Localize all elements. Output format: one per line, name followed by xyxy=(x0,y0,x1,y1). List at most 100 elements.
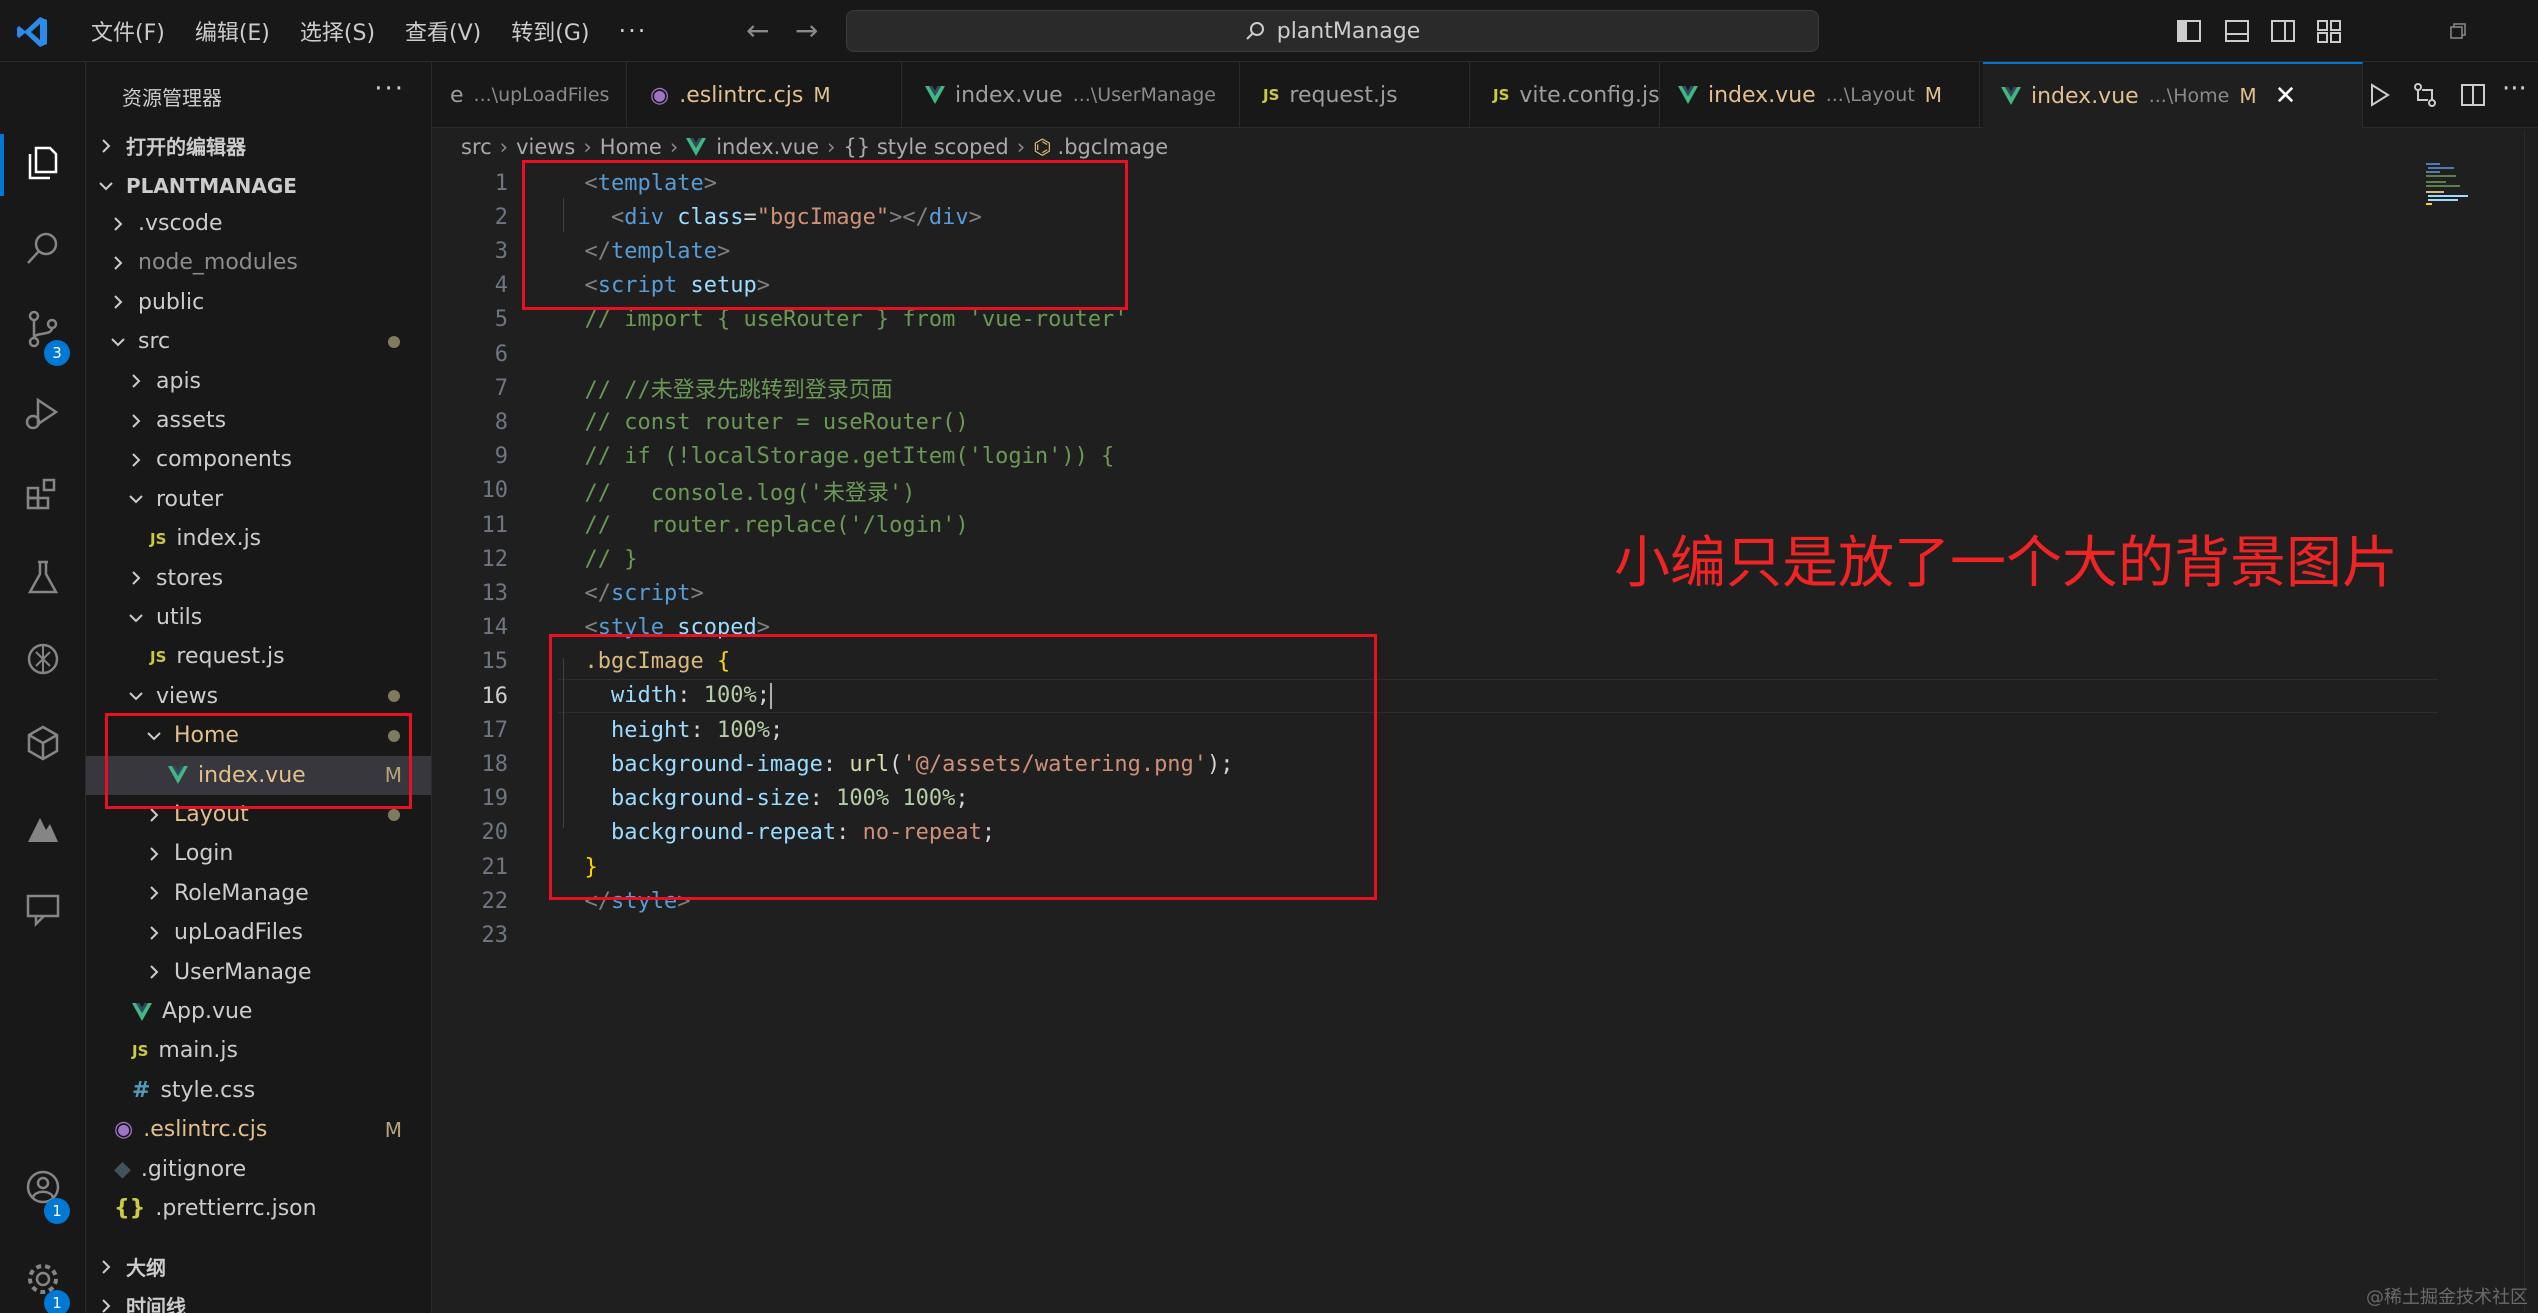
tree-item[interactable]: .vscode xyxy=(86,204,431,243)
code-line: 8 // const router = useRouter() xyxy=(432,405,2432,439)
toggle-secondary-sidebar-icon[interactable] xyxy=(2270,18,2296,44)
breadcrumb-item[interactable]: views xyxy=(516,135,575,159)
tree-item[interactable]: {} .prettierrc.json xyxy=(86,1189,431,1228)
tree-item[interactable]: JS request.js xyxy=(86,637,431,676)
split-editor-icon[interactable] xyxy=(2458,80,2488,110)
tree-item[interactable]: utils xyxy=(86,598,431,637)
editor-tab-bar: ··· e ...\upLoadFiles ◉ .eslintrc.cjs Mindex… xyxy=(432,62,2538,128)
editor-tab[interactable]: ◉ .eslintrc.cjs M xyxy=(632,62,902,128)
line-number: 19 xyxy=(481,786,509,812)
code-text: // router.replace('/login') xyxy=(558,513,969,538)
tree-item[interactable]: # style.css xyxy=(86,1071,431,1110)
tree-item[interactable]: node_modules xyxy=(86,243,431,282)
project-section[interactable]: PLANTMANAGE xyxy=(86,166,431,205)
tree-item[interactable]: upLoadFiles xyxy=(86,913,431,952)
open-editors-section[interactable]: 打开的编辑器 xyxy=(86,126,431,165)
chat-comments-icon[interactable] xyxy=(22,888,64,930)
code-line: 10 // console.log('未登录') xyxy=(432,474,2432,508)
tree-item[interactable]: ◉ .eslintrc.cjs M xyxy=(86,1110,431,1149)
extensions-icon[interactable] xyxy=(22,472,64,514)
breadcrumb-item[interactable]: {} style scoped xyxy=(843,135,1008,159)
code-text: // import { useRouter } from 'vue-router… xyxy=(558,307,1128,332)
more-actions-icon[interactable]: ··· xyxy=(2502,74,2527,104)
search-icon[interactable] xyxy=(22,228,64,270)
breadcrumb-item[interactable]: src xyxy=(461,135,492,159)
chevron-right-icon xyxy=(150,965,159,979)
tree-item[interactable]: src xyxy=(86,322,431,361)
minimap[interactable] xyxy=(2424,162,2484,206)
close-icon[interactable]: ✕ xyxy=(2275,81,2297,111)
customize-layout-icon[interactable] xyxy=(2316,18,2342,44)
command-center-search[interactable]: plantManage xyxy=(846,10,1819,52)
compare-changes-icon[interactable] xyxy=(2410,80,2440,110)
tree-item[interactable]: ◆ .gitignore xyxy=(86,1150,431,1189)
menu-item-2[interactable]: 选择(S) xyxy=(285,15,390,47)
tree-item[interactable]: RoleManage xyxy=(86,874,431,913)
tree-item-label: App.vue xyxy=(162,999,253,1024)
eslint-file-icon: ◉ xyxy=(114,1117,134,1143)
tree-item[interactable]: components xyxy=(86,440,431,479)
tree-item[interactable]: UserManage xyxy=(86,953,431,992)
testing-flask-icon[interactable] xyxy=(22,556,64,598)
tree-item[interactable]: router xyxy=(86,480,431,519)
remote-explorer-icon[interactable] xyxy=(22,808,64,850)
line-number: 14 xyxy=(481,615,509,641)
modified-dot xyxy=(388,335,400,348)
tree-item[interactable]: views xyxy=(86,677,431,716)
toggle-panel-icon[interactable] xyxy=(2224,18,2250,44)
breadcrumb-item[interactable]: .bgcImage xyxy=(1058,135,1169,159)
line-number: 1 xyxy=(494,170,508,196)
menu-item-0[interactable]: 文件(F) xyxy=(76,15,180,47)
tab-name: e xyxy=(450,82,464,108)
breadcrumb-item[interactable]: Home xyxy=(600,135,662,159)
run-icon[interactable] xyxy=(2364,80,2394,110)
menu-item-3[interactable]: 查看(V) xyxy=(390,15,496,47)
breadcrumb-separator: › xyxy=(669,135,679,159)
editor-tab[interactable]: index.vue ...\Home M ✕ xyxy=(1983,62,2363,128)
tree-item-label: components xyxy=(156,447,292,473)
tree-item[interactable]: JS main.js xyxy=(86,1031,431,1070)
modified-dot xyxy=(388,808,400,821)
editor-tab[interactable]: index.vue ...\UserManage xyxy=(907,62,1240,128)
eslint-file-icon: ◉ xyxy=(650,82,670,108)
tree-item[interactable]: JS index.js xyxy=(86,519,431,558)
toggle-primary-sidebar-icon[interactable] xyxy=(2176,18,2202,44)
explorer-icon[interactable] xyxy=(22,142,64,184)
chevron-right-icon xyxy=(102,1298,111,1313)
vue-file-icon xyxy=(2001,87,2021,105)
back-arrow-icon[interactable]: ← xyxy=(746,14,769,47)
run-and-debug-icon[interactable] xyxy=(22,392,64,434)
chatgpt-icon[interactable] xyxy=(22,638,64,680)
line-number: 20 xyxy=(481,820,509,846)
outline-section[interactable]: 大纲 xyxy=(86,1247,431,1286)
tree-item[interactable]: Login xyxy=(86,834,431,873)
js-file-icon: JS xyxy=(1493,86,1510,104)
tree-item-label: index.js xyxy=(176,526,262,552)
tree-item[interactable]: public xyxy=(86,283,431,322)
editor-tab[interactable]: JS vite.config.js xyxy=(1475,62,1660,128)
editor-tab[interactable]: index.vue ...\Layout M xyxy=(1660,62,1980,128)
tree-item[interactable]: App.vue xyxy=(86,992,431,1031)
menu-more-button[interactable]: ··· xyxy=(604,17,661,45)
editor-scrollbar[interactable] xyxy=(2524,130,2538,1313)
timeline-section[interactable]: 时间线 xyxy=(86,1286,431,1313)
chevron-right-icon xyxy=(132,453,141,467)
editor-tab[interactable]: JS request.js xyxy=(1245,62,1470,128)
editor-tab[interactable]: e ...\upLoadFiles xyxy=(432,62,627,128)
tree-item[interactable]: apis xyxy=(86,362,431,401)
chevron-down-icon xyxy=(111,337,125,347)
forward-arrow-icon[interactable]: → xyxy=(795,14,818,47)
timeline-label: 时间线 xyxy=(126,1295,186,1313)
menu-item-4[interactable]: 转到(G) xyxy=(496,15,604,47)
explorer-more-button[interactable]: ··· xyxy=(374,74,405,104)
vue-file-icon xyxy=(1678,86,1698,104)
restore-window-icon[interactable] xyxy=(2445,18,2471,44)
menu-item-1[interactable]: 编辑(E) xyxy=(180,15,285,47)
chevron-down-icon xyxy=(129,692,143,701)
tree-item[interactable]: stores xyxy=(86,559,431,598)
cube-extension-icon[interactable] xyxy=(22,722,64,764)
tree-item[interactable]: assets xyxy=(86,401,431,440)
breadcrumb-item[interactable]: index.vue xyxy=(716,135,819,159)
line-number: 23 xyxy=(481,922,509,948)
chevron-right-icon xyxy=(114,295,123,310)
